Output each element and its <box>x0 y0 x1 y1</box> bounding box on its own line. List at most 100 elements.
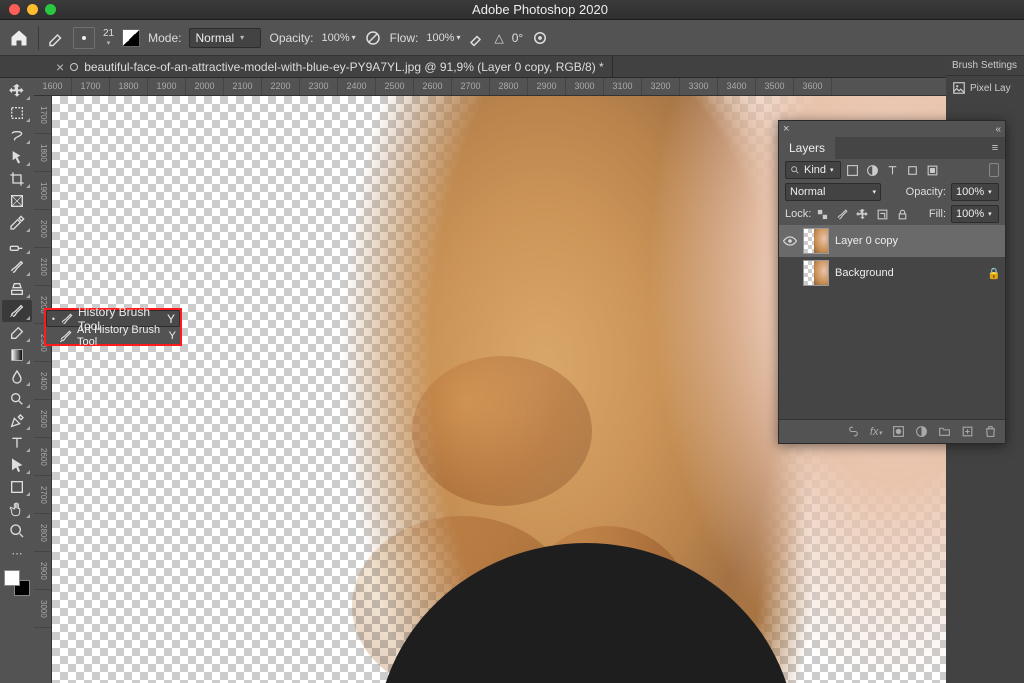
pixel-filter-icon[interactable] <box>846 164 859 177</box>
filter-toggle[interactable] <box>989 163 999 177</box>
crop-tool[interactable] <box>2 168 32 190</box>
airbrush-icon[interactable] <box>468 29 486 47</box>
brush-settings-tab[interactable]: Brush Settings <box>946 56 1024 76</box>
clone-stamp-tool[interactable] <box>2 278 32 300</box>
ruler-tick: 1800 <box>110 78 148 95</box>
layer-row[interactable]: Background 🔒 <box>779 257 1005 289</box>
type-filter-icon[interactable] <box>886 164 899 177</box>
history-brush-icon <box>60 312 74 326</box>
close-tab-icon[interactable]: × <box>56 59 64 75</box>
mode-label: Mode: <box>148 31 181 45</box>
smart-filter-icon[interactable] <box>926 164 939 177</box>
path-select-tool[interactable] <box>2 454 32 476</box>
hand-tool[interactable] <box>2 498 32 520</box>
document-tab[interactable]: × beautiful-face-of-an-attractive-model-… <box>48 56 613 77</box>
layers-footer: fx▾ <box>779 419 1005 443</box>
layer-fill-field[interactable]: 100%▾ <box>951 205 999 223</box>
lock-image-icon[interactable] <box>836 208 849 221</box>
type-tool[interactable] <box>2 432 32 454</box>
delete-layer-icon[interactable] <box>984 425 997 438</box>
layers-tab[interactable]: Layers <box>779 137 835 159</box>
brush-swatch[interactable] <box>122 29 140 47</box>
gradient-tool[interactable] <box>2 344 32 366</box>
ruler-tick: 2100 <box>34 248 52 286</box>
layer-opacity-field[interactable]: 100%▾ <box>951 183 999 201</box>
layer-row[interactable]: Layer 0 copy <box>779 225 1005 257</box>
options-bar: 21▾ Mode: Normal▾ Opacity: 100%▾ Flow: 1… <box>0 20 1024 56</box>
shape-filter-icon[interactable] <box>906 164 919 177</box>
blur-tool[interactable] <box>2 366 32 388</box>
layer-thumbnail[interactable] <box>803 228 829 254</box>
minimize-window-button[interactable] <box>27 4 38 15</box>
close-panel-icon[interactable]: × <box>783 123 789 135</box>
ruler-tick: 2300 <box>300 78 338 95</box>
filter-kind-select[interactable]: Kind▾ <box>785 161 841 179</box>
shape-tool[interactable] <box>2 476 32 498</box>
lasso-tool[interactable] <box>2 124 32 146</box>
home-icon[interactable] <box>8 28 30 48</box>
add-mask-icon[interactable] <box>892 425 905 438</box>
ruler-tick: 2400 <box>34 362 52 400</box>
link-layers-icon[interactable] <box>847 425 860 438</box>
ruler-tick: 2500 <box>34 400 52 438</box>
lock-nested-icon[interactable] <box>876 208 889 221</box>
panel-menu-icon[interactable]: ≡ <box>985 137 1005 159</box>
flow-field[interactable]: 100%▾ <box>426 32 460 44</box>
quick-select-tool[interactable] <box>2 146 32 168</box>
move-tool[interactable] <box>2 80 32 102</box>
dodge-tool[interactable] <box>2 388 32 410</box>
brush-tool[interactable] <box>2 256 32 278</box>
color-swatches[interactable] <box>4 570 30 596</box>
marquee-tool[interactable] <box>2 102 32 124</box>
pen-tool[interactable] <box>2 410 32 432</box>
eyedropper-tool[interactable] <box>2 212 32 234</box>
layer-name[interactable]: Layer 0 copy <box>835 235 1001 247</box>
blend-mode-select[interactable]: Normal▾ <box>189 28 261 48</box>
tool-preset-icon[interactable] <box>47 29 65 47</box>
layer-thumbnail[interactable] <box>803 260 829 286</box>
fill-label: Fill: <box>929 208 946 220</box>
pressure-size-icon[interactable] <box>531 29 549 47</box>
layer-blend-select[interactable]: Normal▾ <box>785 183 881 201</box>
new-group-icon[interactable] <box>938 425 951 438</box>
vertical-ruler[interactable]: 1700180019002000210022002300240025002600… <box>34 96 52 683</box>
foreground-color-swatch[interactable] <box>4 570 20 586</box>
angle-value[interactable]: 0° <box>512 31 523 45</box>
horizontal-ruler[interactable]: 1600170018001900200021002200230024002500… <box>34 78 946 96</box>
edit-toolbar[interactable]: ⋯ <box>2 542 32 564</box>
ruler-tick: 2800 <box>34 514 52 552</box>
brush-size[interactable]: 21▾ <box>103 28 114 47</box>
ruler-tick: 2800 <box>490 78 528 95</box>
opacity-pressure-icon[interactable] <box>364 29 382 47</box>
ruler-tick: 3000 <box>566 78 604 95</box>
adjustment-layer-icon[interactable] <box>915 425 928 438</box>
close-window-button[interactable] <box>9 4 20 15</box>
eraser-tool[interactable] <box>2 322 32 344</box>
lock-label: Lock: <box>785 208 811 220</box>
panel-header[interactable]: × « <box>779 121 1005 137</box>
layer-name[interactable]: Background <box>835 267 981 279</box>
visibility-toggle[interactable] <box>783 236 797 246</box>
lock-position-icon[interactable] <box>856 208 869 221</box>
search-icon <box>790 165 800 175</box>
fx-icon[interactable]: fx▾ <box>870 426 882 438</box>
flyout-item-art-history-brush[interactable]: Art History Brush Tool Y <box>46 327 180 344</box>
frame-tool[interactable] <box>2 190 32 212</box>
ruler-tick: 1900 <box>34 172 52 210</box>
healing-brush-tool[interactable] <box>2 234 32 256</box>
collapse-panel-icon[interactable]: « <box>995 124 1001 135</box>
new-layer-icon[interactable] <box>961 425 974 438</box>
opacity-field[interactable]: 100%▾ <box>322 32 356 44</box>
lock-all-icon[interactable] <box>896 208 909 221</box>
lock-icon[interactable]: 🔒 <box>987 267 1001 280</box>
pixel-layer-item[interactable]: Pixel Lay <box>946 76 1024 100</box>
maximize-window-button[interactable] <box>45 4 56 15</box>
ruler-tick: 1800 <box>34 134 52 172</box>
zoom-tool[interactable] <box>2 520 32 542</box>
adjustment-filter-icon[interactable] <box>866 164 879 177</box>
ruler-tick: 3600 <box>794 78 832 95</box>
lock-transparency-icon[interactable] <box>816 208 829 221</box>
hair-wave <box>412 356 592 506</box>
history-brush-tool[interactable] <box>2 300 32 322</box>
brush-preview[interactable] <box>73 27 95 49</box>
